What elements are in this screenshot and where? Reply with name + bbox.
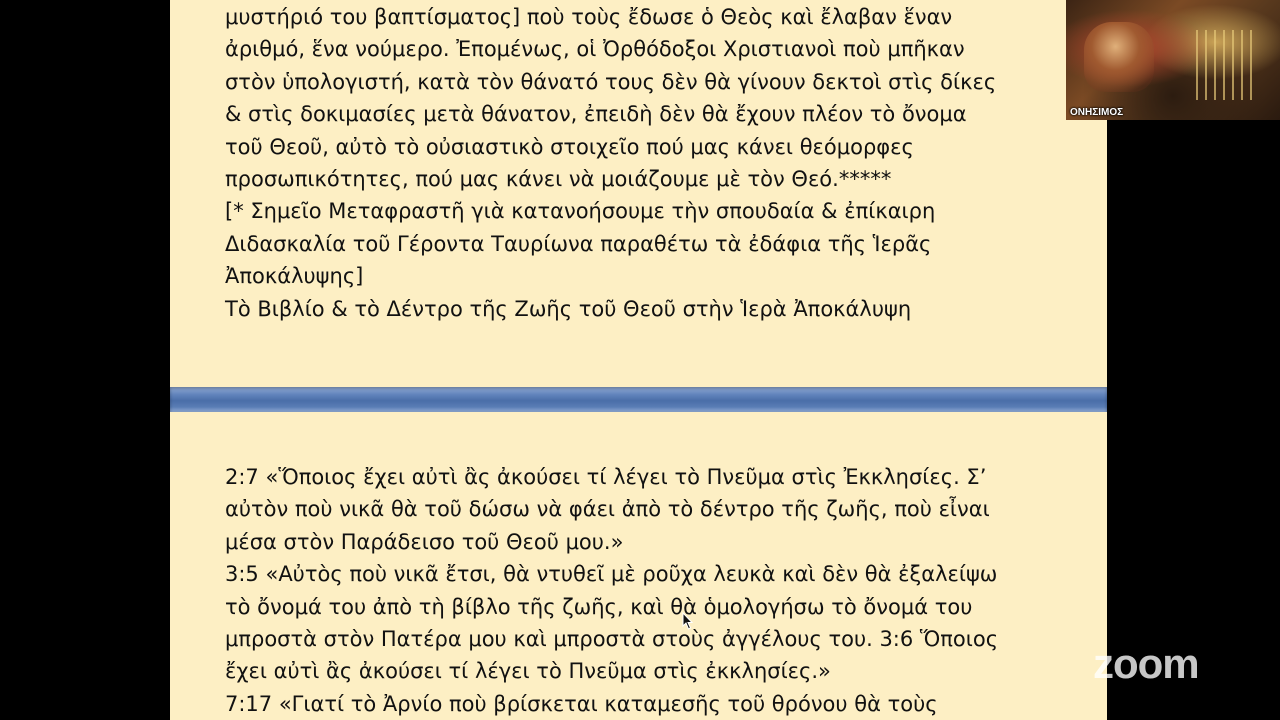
arrow-cursor-icon [682, 612, 694, 630]
slide-text-top: μυστήριό του βαπτίσματος] ποὺ τοὺς ἔδωσε… [225, 1, 1087, 325]
slide-page-top: μυστήριό του βαπτίσματος] ποὺ τοὺς ἔδωσε… [170, 0, 1107, 387]
text-line: & στὶς δοκιμασίες μετὰ θάνατον, ἐπειδὴ δ… [225, 102, 967, 127]
text-line: Διδασκαλία τοῦ Γέροντα Ταυρίωνα παραθέτω… [225, 231, 932, 256]
participant-video-thumbnail[interactable]: ΟΝΗΣΙΜΟΣ [1066, 0, 1280, 120]
text-line: στὸν ὑπολογιστή, κατὰ τὸν θάνατό τους δὲ… [225, 69, 997, 94]
text-line: 2:7 «Ὅποιος ἔχει αὐτὶ ἂς ἀκούσει τί λέγε… [225, 465, 987, 489]
text-line: ἔχει αὐτὶ ἂς ἀκούσει τί λέγει τὸ Πνεῦμα … [225, 659, 831, 684]
text-line: 3:5 «Αὐτὸς ποὺ νικᾶ ἔτσι, θὰ ντυθεῖ μὲ ρ… [225, 562, 998, 587]
text-line: [* Σημεῖο Μεταφραστῆ γιὰ κατανοήσουμε τὴ… [225, 199, 936, 224]
text-line: τοῦ Θεοῦ, αὐτὸ τὸ οὐσιαστικὸ στοιχεῖο πο… [225, 134, 914, 159]
slide-text-bottom: 2:7 «Ὅποιος ἔχει αὐτὶ ἂς ἀκούσει τί λέγε… [225, 461, 1087, 720]
participant-name-label: ΟΝΗΣΙΜΟΣ [1070, 107, 1124, 118]
text-line: Ἀποκάλυψης] [225, 264, 364, 289]
text-line: μέσα στὸν Παράδεισο τοῦ Θεοῦ μου.» [225, 529, 624, 554]
page-divider [170, 387, 1107, 412]
text-line: Τὸ Βιβλίο & τὸ Δέντρο τῆς Ζωῆς τοῦ Θεοῦ … [225, 296, 912, 321]
text-line: προσωπικότητες, πού μας κάνει νὰ μοιάζου… [225, 166, 892, 191]
text-line: τὸ ὄνομά του ἀπὸ τὴ βίβλο τῆς ζωῆς, καὶ … [225, 594, 973, 619]
text-line: ἀριθμό, ἕνα νούμερο. Ἐπομένως, οἱ Ὀρθόδο… [225, 37, 965, 62]
text-line: αὐτὸν ποὺ νικᾶ θὰ τοῦ δώσω νὰ φάει ἀπὸ τ… [225, 497, 990, 522]
video-grille [1196, 30, 1256, 100]
slide-page-bottom: 2:7 «Ὅποιος ἔχει αὐτὶ ἂς ἀκούσει τί λέγε… [170, 412, 1107, 720]
zoom-watermark: zoom [1093, 640, 1200, 687]
text-line: 7:17 «Γιατί τὸ Ἀρνίο ποὺ βρίσκεται καταμ… [225, 691, 938, 716]
video-figure [1084, 22, 1154, 92]
screen-share-view: μυστήριό του βαπτίσματος] ποὺ τοὺς ἔδωσε… [0, 0, 1280, 720]
text-line: μυστήριό του βαπτίσματος] ποὺ τοὺς ἔδωσε… [225, 5, 953, 29]
text-line: μπροστὰ στὸν Πατέρα μου καὶ μπροστὰ στοὺ… [225, 626, 999, 651]
